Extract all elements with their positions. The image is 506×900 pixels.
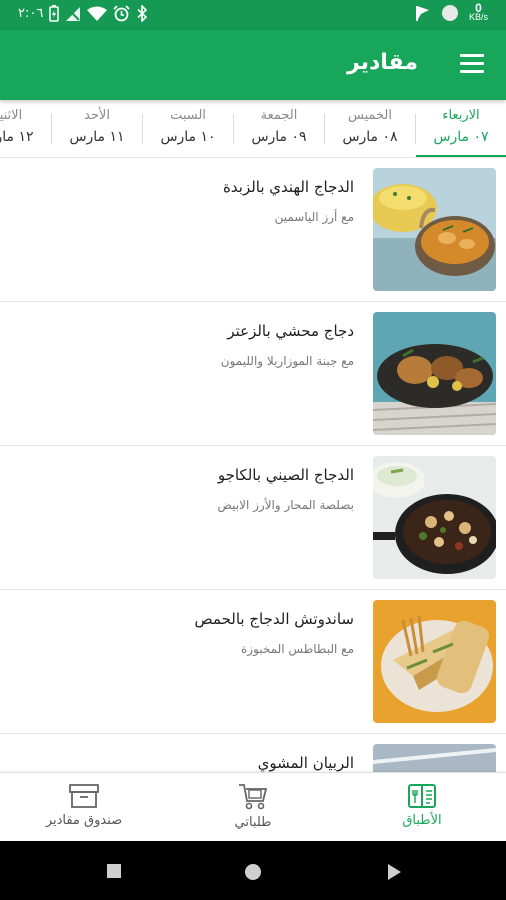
back-icon[interactable]: [386, 863, 402, 881]
tab-day-name: الاثنين: [0, 108, 23, 123]
dish-card[interactable]: ساندوتش الدجاج بالحمص مع البطاطس المخبوز…: [0, 590, 506, 734]
tab-day-date: ٠٨ مارس: [342, 129, 398, 145]
tab-day-3[interactable]: الجمعة ٠٩ مارس: [234, 100, 324, 157]
network-speed: 0 KB/s: [468, 2, 488, 22]
network-speed-unit: KB/s: [468, 12, 488, 22]
dish-subtitle: مع جبنة الموزاريلا والليمون: [220, 354, 354, 368]
tab-day-name: الخميس: [348, 108, 392, 123]
home-icon[interactable]: [244, 863, 262, 881]
tab-day-date: ٠٩ مارس: [251, 129, 307, 145]
battery-charging-icon: [49, 5, 60, 22]
status-right: 0 KB/s: [415, 2, 488, 22]
wifi-icon: [87, 6, 108, 21]
tab-day-name: الأحد: [84, 108, 110, 123]
tab-day-date: ١٢ مارس: [0, 129, 34, 145]
tab-day-4[interactable]: السبت ١٠ مارس: [143, 100, 233, 157]
tab-day-5[interactable]: الأحد ١١ مارس: [52, 100, 142, 157]
dish-card[interactable]: الربيان المشوي: [0, 734, 506, 772]
nav-label: الأطباق: [402, 813, 442, 828]
app-bar: مقادير: [0, 30, 506, 100]
dish-title: الدجاج الهندي بالزبدة: [223, 178, 354, 196]
dish-title: الربيان المشوي: [257, 754, 354, 772]
hamburger-menu-icon[interactable]: [460, 54, 484, 74]
tab-divider: [233, 114, 234, 144]
no-signal-icon: [66, 6, 81, 21]
circle-icon: [441, 5, 458, 21]
tab-day-6[interactable]: الاثنين ١٢ مارس: [0, 100, 51, 157]
app-title: مقادير: [347, 50, 418, 75]
nav-dishes[interactable]: الأطباق: [338, 773, 506, 842]
dish-subtitle: بصلصة المحار والأرز الابيض: [217, 498, 354, 512]
nav-box[interactable]: صندوق مقادير: [0, 773, 168, 842]
dish-photo: [373, 600, 496, 723]
dish-photo: [373, 168, 496, 291]
nav-label: صندوق مقادير: [45, 813, 123, 828]
dish-card[interactable]: دجاج محشي بالزعتر مع جبنة الموزاريلا وال…: [0, 302, 506, 446]
tab-day-date: ١١ مارس: [69, 129, 125, 145]
dish-card[interactable]: الدجاج الصيني بالكاجو بصلصة المحار والأر…: [0, 446, 506, 590]
tab-divider: [142, 114, 143, 144]
dish-photo: [373, 744, 496, 772]
dish-list: الدجاج الهندي بالزبدة مع أرز الياسمين دج…: [0, 158, 506, 772]
flag-icon: [415, 5, 429, 21]
dish-card[interactable]: الدجاج الهندي بالزبدة مع أرز الياسمين: [0, 158, 506, 302]
menu-book-icon: [408, 784, 436, 808]
recents-icon[interactable]: [106, 863, 122, 879]
dish-photo: [373, 312, 496, 435]
day-tabs: الاربعاء ٠٧ مارس الخميس ٠٨ مارس الجمعة ٠…: [0, 100, 506, 158]
tab-divider: [415, 114, 416, 144]
cart-icon: [239, 784, 268, 810]
nav-label: طلباتي: [234, 815, 272, 830]
dish-title: دجاج محشي بالزعتر: [227, 322, 354, 340]
dish-title: ساندوتش الدجاج بالحمص: [194, 610, 354, 628]
system-nav-bar: [0, 841, 506, 900]
dish-title: الدجاج الصيني بالكاجو: [217, 466, 354, 484]
bluetooth-icon: [137, 5, 148, 22]
bottom-nav: الأطباق طلباتي صندوق مقادير: [0, 772, 506, 841]
tab-day-2[interactable]: الخميس ٠٨ مارس: [325, 100, 415, 157]
tab-divider: [51, 114, 52, 144]
dish-subtitle: مع أرز الياسمين: [274, 210, 354, 224]
status-left: ٢:٠٦: [18, 5, 148, 22]
dish-subtitle: مع البطاطس المخبوزة: [241, 642, 354, 656]
tab-divider: [324, 114, 325, 144]
alarm-icon: [113, 5, 130, 22]
tab-day-1[interactable]: الاربعاء ٠٧ مارس: [416, 100, 506, 157]
box-icon: [69, 784, 99, 808]
status-time: ٢:٠٦: [18, 6, 44, 21]
tab-day-date: ١٠ مارس: [160, 129, 216, 145]
tab-day-name: الاربعاء: [442, 108, 480, 123]
nav-orders[interactable]: طلباتي: [169, 773, 337, 842]
dish-photo: [373, 456, 496, 579]
tab-day-date: ٠٧ مارس: [433, 129, 489, 145]
tab-day-name: الجمعة: [260, 108, 298, 123]
tab-day-name: السبت: [170, 108, 206, 123]
status-bar: ٢:٠٦ 0 KB/s: [0, 0, 506, 30]
